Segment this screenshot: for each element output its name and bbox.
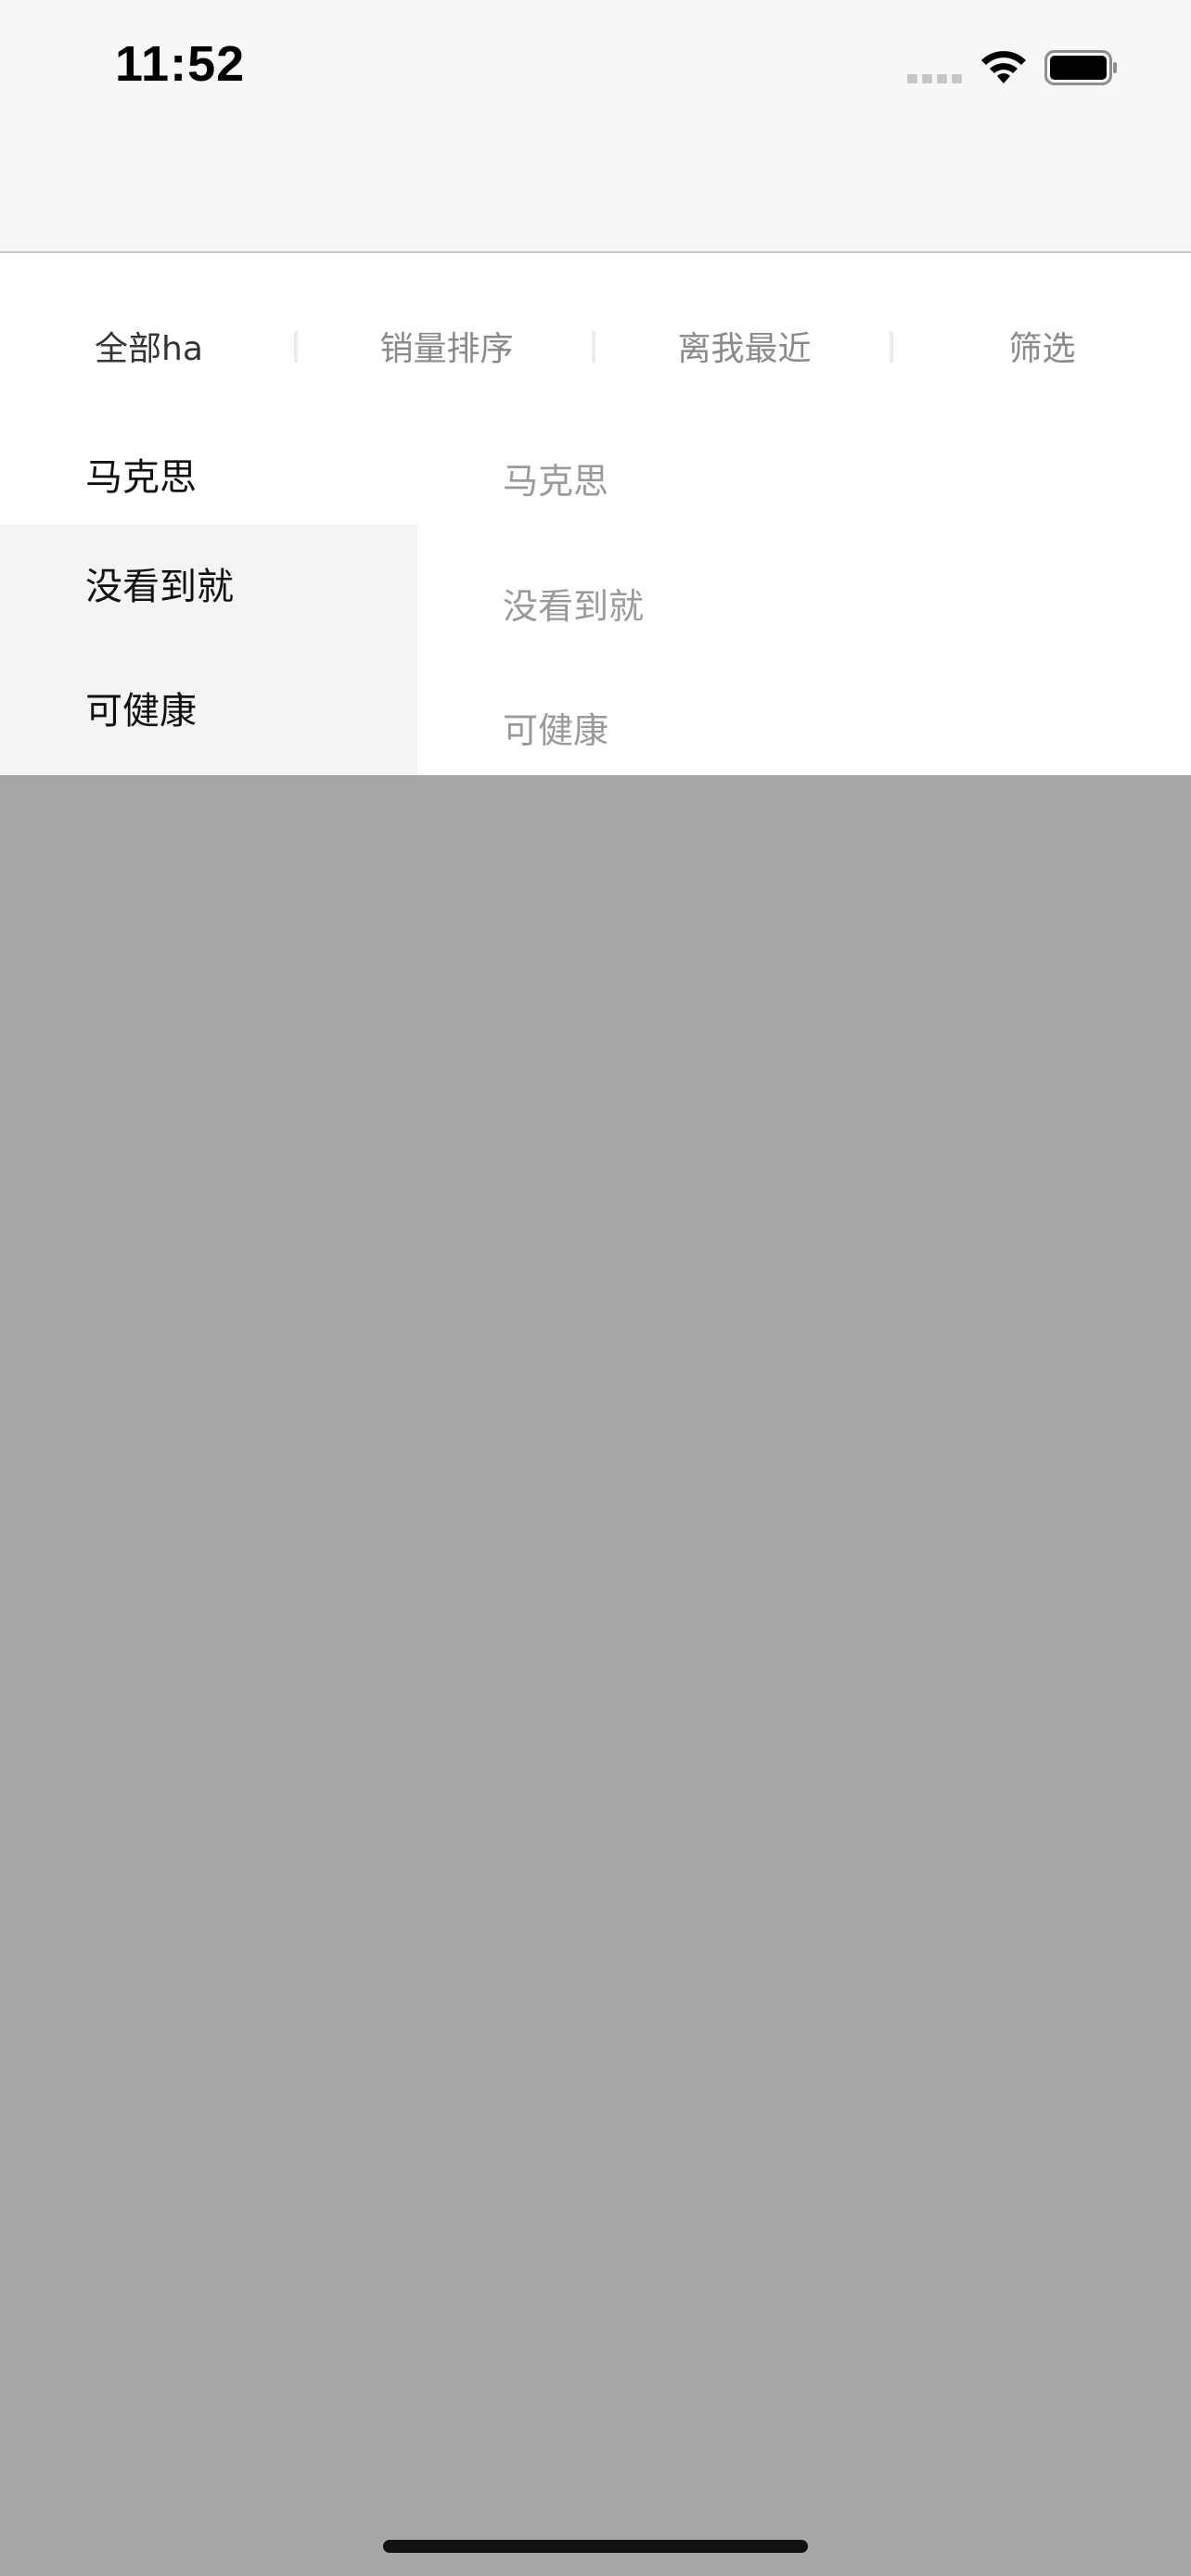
secondary-category-item[interactable]: 没看到就 bbox=[503, 578, 644, 629]
primary-category-item[interactable]: 马克思 bbox=[0, 408, 417, 525]
tab-nearest[interactable]: 离我最近 bbox=[596, 327, 893, 372]
status-bar: 11:52 bbox=[0, 0, 1191, 253]
wifi-icon bbox=[981, 51, 1026, 83]
battery-icon bbox=[1044, 50, 1117, 85]
tab-all[interactable]: 全部ha bbox=[0, 327, 298, 372]
tab-filter[interactable]: 筛选 bbox=[893, 327, 1191, 372]
primary-category-item[interactable]: 没看到就 bbox=[0, 525, 417, 650]
tab-sales-sort[interactable]: 销量排序 bbox=[298, 327, 596, 372]
secondary-category-item[interactable]: 马克思 bbox=[503, 453, 608, 504]
cellular-signal-icon bbox=[907, 74, 962, 83]
dim-overlay[interactable] bbox=[0, 775, 1191, 2576]
status-time: 11:52 bbox=[115, 36, 246, 92]
category-dropdown: 马克思 没看到就 可健康 马克思 没看到就 可健康 bbox=[0, 408, 1191, 775]
primary-category-list: 马克思 没看到就 可健康 bbox=[0, 408, 417, 775]
secondary-category-item[interactable]: 可健康 bbox=[503, 702, 608, 753]
home-indicator bbox=[383, 2540, 808, 2553]
primary-category-item[interactable]: 可健康 bbox=[0, 650, 417, 775]
